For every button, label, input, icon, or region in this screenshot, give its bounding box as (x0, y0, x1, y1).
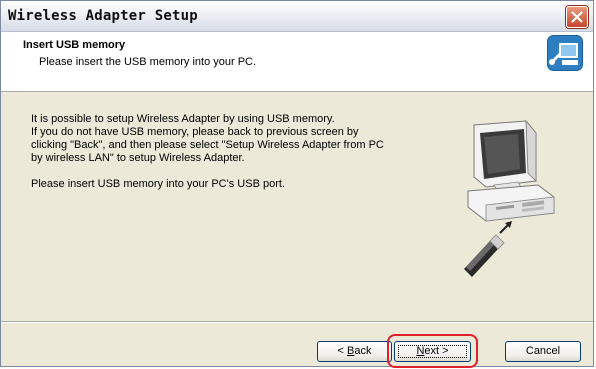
wizard-header: Insert USB memory Please insert the USB … (1, 32, 593, 92)
step-title: Insert USB memory (23, 39, 126, 51)
next-button-highlight (387, 334, 478, 368)
instruction-text: It is possible to setup Wireless Adapter… (31, 113, 431, 191)
title-bar[interactable]: Wireless Adapter Setup (1, 1, 593, 32)
window-title: Wireless Adapter Setup (8, 8, 198, 24)
close-icon (571, 11, 583, 23)
computer-setup-icon (547, 35, 583, 71)
back-button[interactable]: < Back (317, 341, 392, 362)
cancel-button[interactable]: Cancel (505, 341, 581, 362)
step-subtitle: Please insert the USB memory into your P… (39, 56, 257, 68)
footer-divider (1, 321, 593, 323)
close-button[interactable] (566, 6, 588, 28)
body-line: clicking "Back", and then please select … (31, 139, 384, 151)
insert-instruction: Please insert USB memory into your PC's … (31, 178, 285, 190)
pc-usb-illustration (464, 119, 555, 277)
body-line: It is possible to setup Wireless Adapter… (31, 113, 335, 125)
setup-window: Wireless Adapter Setup Insert USB memory… (0, 0, 594, 368)
body-line: by wireless LAN" to setup Wireless Adapt… (31, 152, 245, 164)
body-line: If you do not have USB memory, please ba… (31, 126, 359, 138)
